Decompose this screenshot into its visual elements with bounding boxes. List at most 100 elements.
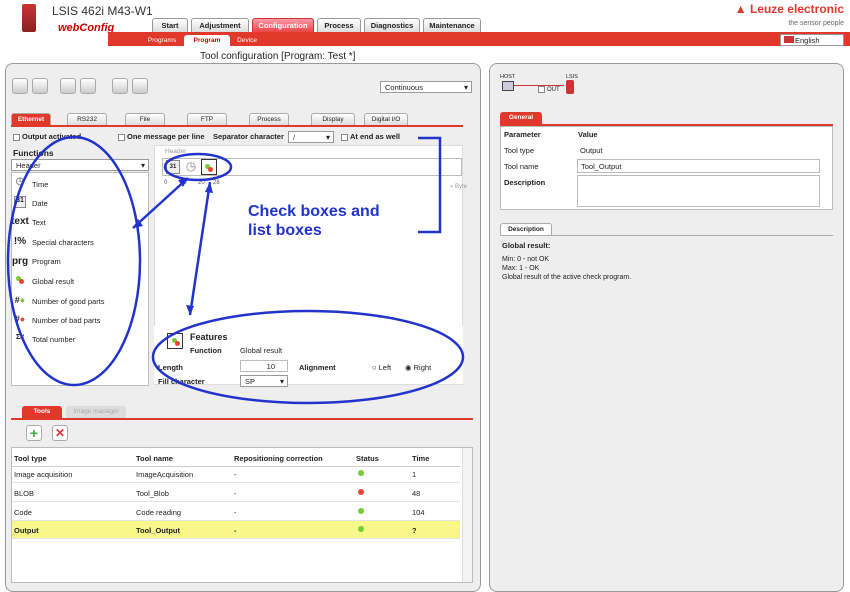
zoom-out-icon[interactable] — [80, 78, 96, 94]
tools-tab-underline — [11, 418, 473, 420]
annotation-line-2: list boxes — [248, 222, 322, 239]
table-row-selected[interactable]: Output Tool_Output -? — [12, 521, 460, 539]
table-scrollbar[interactable] — [462, 448, 472, 582]
functions-filter-select[interactable]: Header — [11, 159, 149, 171]
functions-heading: Functions — [13, 148, 54, 158]
clock-icon: ◷ — [15, 176, 25, 187]
tab-adjustment[interactable]: Adjustment — [191, 18, 249, 32]
table-row[interactable]: BLOB Tool_Blob - 48 — [12, 484, 460, 502]
align-right-radio[interactable]: ◉ Right — [405, 363, 431, 372]
col-tool-type: Tool type — [14, 454, 47, 463]
tab-process[interactable]: Process — [317, 18, 361, 32]
calendar-icon: 31 — [14, 196, 26, 208]
alignment-label: Alignment — [299, 363, 336, 372]
camera-logo-icon — [22, 4, 36, 32]
function-item-time[interactable]: Time — [32, 180, 48, 189]
camera-icon[interactable] — [12, 78, 28, 94]
product-name: LSIS 462i M43-W1 — [52, 4, 153, 18]
tab-process-output[interactable]: Process — [249, 113, 289, 125]
function-item-special[interactable]: Special characters — [32, 238, 94, 247]
tab-start[interactable]: Start — [152, 18, 188, 32]
date-slot-icon[interactable]: 31 — [166, 160, 180, 174]
tab-ftp[interactable]: FTP — [187, 113, 227, 125]
function-item-bad-parts[interactable]: Number of bad parts — [32, 316, 100, 325]
tab-underline — [11, 125, 463, 127]
add-tool-icon[interactable]: + — [26, 425, 42, 441]
cell-type: Code — [14, 508, 32, 517]
mode-select[interactable]: Continuous — [380, 81, 472, 93]
global-result-icon-b — [19, 279, 24, 284]
tab-image-manager[interactable]: Image manager — [66, 406, 126, 418]
function-value: Global result — [240, 346, 283, 355]
tab-tools[interactable]: Tools — [22, 406, 62, 418]
tool-type-label: Tool type — [504, 146, 535, 155]
function-item-text[interactable]: Text — [32, 218, 46, 227]
ruler-28: 28 — [213, 180, 220, 186]
description-line-3: Global result of the active check progra… — [502, 274, 632, 281]
output-activated-checkbox[interactable]: Output activated — [13, 132, 81, 141]
tool-name-input[interactable]: Tool_Output — [577, 159, 820, 173]
flag-icon — [784, 36, 794, 43]
pipette-icon[interactable] — [112, 78, 128, 94]
col-parameter: Parameter — [504, 130, 541, 139]
out-checkbox[interactable]: OUT — [538, 86, 560, 93]
subtab-device[interactable]: Device — [232, 35, 262, 46]
tool-type-value: Output — [580, 146, 603, 155]
function-item-good-parts[interactable]: Number of good parts — [32, 297, 105, 306]
function-label: Function — [190, 346, 222, 355]
align-left-radio[interactable]: ○ Left — [372, 363, 391, 372]
cell-time: 48 — [412, 489, 421, 498]
features-dot-red — [175, 341, 180, 346]
description-input[interactable] — [577, 175, 820, 207]
function-item-program[interactable]: Program — [32, 257, 61, 266]
tab-digital-io[interactable]: Digital I/O — [364, 113, 408, 125]
tab-configuration[interactable]: Configuration — [252, 18, 314, 32]
col-tool-name: Tool name — [136, 454, 173, 463]
subtab-program[interactable]: Program — [184, 35, 230, 46]
one-message-checkbox[interactable]: One message per line — [118, 132, 205, 141]
tab-file[interactable]: File — [125, 113, 165, 125]
function-item-date[interactable]: Date — [32, 199, 48, 208]
cell-name: ImageAcquisition — [136, 470, 194, 479]
cell-time: 104 — [412, 508, 425, 517]
table-row[interactable]: Code Code reading - 104 — [12, 503, 460, 521]
description-heading: Global result: — [502, 241, 551, 250]
cell-type: Image acquisition — [14, 470, 73, 479]
tab-maintenance[interactable]: Maintenance — [423, 18, 481, 32]
cell-type: Output — [14, 526, 39, 535]
fill-character-label: Fill character — [158, 377, 205, 386]
function-item-total[interactable]: Total number — [32, 335, 75, 344]
header-area-label: Header — [165, 148, 187, 155]
fill-character-select[interactable]: SP — [240, 375, 288, 387]
brand-slogan: the sensor people — [788, 20, 844, 27]
cell-time: 1 — [412, 470, 417, 479]
subtab-programs[interactable]: Programs — [142, 35, 182, 46]
time-slot-icon[interactable]: ◷ — [184, 160, 198, 174]
tab-diagnostics[interactable]: Diagnostics — [364, 18, 420, 32]
good-parts-icon: #● — [14, 295, 26, 305]
features-heading: Features — [190, 332, 228, 342]
save-icon[interactable] — [132, 78, 148, 94]
tab-ethernet[interactable]: Ethernet — [11, 113, 51, 125]
tab-description[interactable]: Description — [500, 223, 552, 235]
play-icon[interactable] — [32, 78, 48, 94]
col-repositioning: Repositioning correction — [234, 454, 323, 463]
tab-general[interactable]: General — [500, 112, 542, 124]
delete-tool-icon[interactable]: ✕ — [52, 425, 68, 441]
cell-name: Code reading — [136, 508, 182, 517]
special-characters-icon: !% — [13, 236, 27, 247]
at-end-checkbox[interactable]: At end as well — [341, 132, 400, 141]
table-row[interactable]: Image acquisition ImageAcquisition - 1 — [12, 465, 460, 483]
total-number-icon: Σ# — [15, 334, 25, 341]
tab-display[interactable]: Display — [311, 113, 355, 125]
separator-select[interactable]: / — [288, 131, 334, 143]
zoom-in-icon[interactable] — [60, 78, 76, 94]
ruler-20: 20 — [198, 180, 205, 186]
function-item-global-result[interactable]: Global result — [32, 277, 74, 286]
description-label: Description — [504, 178, 546, 187]
tab-rs232[interactable]: RS232 — [67, 113, 107, 125]
ruler-0: 0 — [164, 180, 168, 186]
cell-repo: - — [234, 526, 237, 535]
brand-name: ▲ Leuze electronic — [734, 2, 844, 16]
length-spinner[interactable]: 10 — [240, 360, 288, 372]
